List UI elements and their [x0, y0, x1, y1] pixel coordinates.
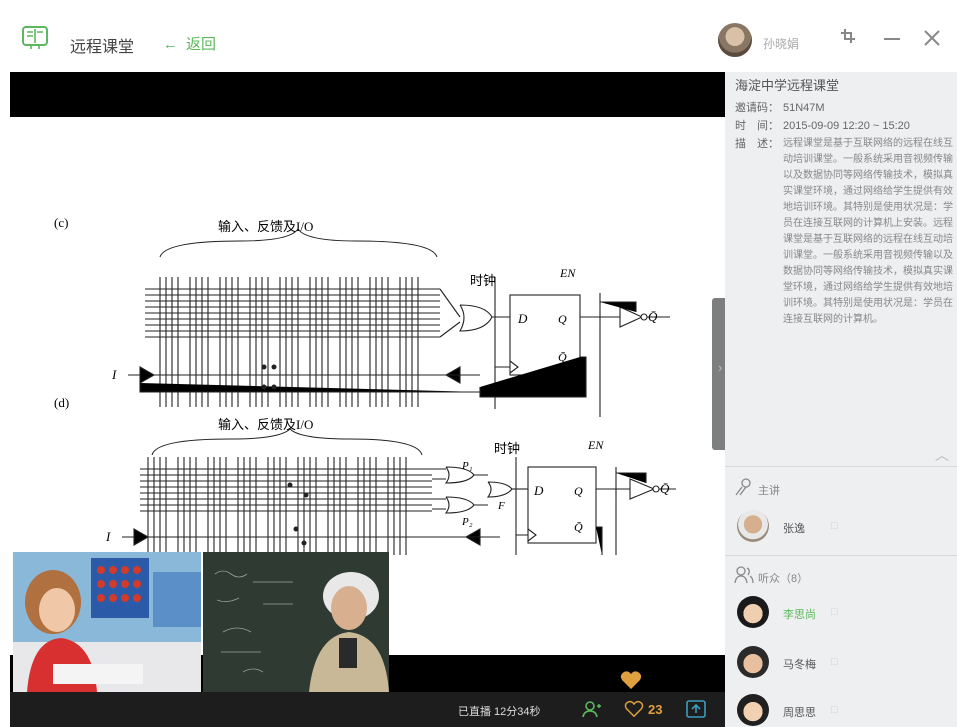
audience-member[interactable]: 周思思 □: [735, 694, 945, 727]
avatar[interactable]: [718, 23, 752, 57]
qbar-label-d: Q̄: [574, 520, 583, 534]
audience-member[interactable]: 马冬梅 □: [735, 646, 945, 682]
student-video-frame: [13, 552, 201, 692]
course-description: 远程课堂是基于互联网络的远程在线互动培训课堂。一般系统采用音视频传输以及数据协同…: [783, 138, 953, 325]
title-bar: 远程课堂 ← 返回 孙晓娟: [0, 0, 957, 72]
course-title: 海淀中学远程课堂: [735, 78, 840, 93]
d-label-c: D: [517, 311, 528, 326]
diagram-label-d: (d): [54, 395, 69, 410]
heart-float-icon: [620, 671, 642, 689]
close-icon[interactable]: [920, 26, 944, 50]
p1-label: P₁: [461, 460, 473, 472]
restore-icon[interactable]: [836, 26, 860, 50]
chat-icon[interactable]: □: [831, 606, 838, 618]
description-row: 描 述： 远程课堂是基于互联网络的远程在线互动培训课堂。一般系统采用音视频传输以…: [735, 136, 953, 328]
user-name[interactable]: 孙晓娟: [763, 35, 799, 52]
minimize-icon[interactable]: [880, 26, 904, 50]
description-label: 描 述：: [735, 138, 779, 150]
f-label: F: [497, 500, 505, 512]
teacher-video-thumbnail[interactable]: [203, 552, 389, 692]
course-info: 海淀中学远程课堂 邀请码： 51N47M 时 间： 2015-09-09 12:…: [735, 78, 953, 330]
circuit-diagram: (c) 输入、反馈及I/O 时钟 EN D Q Q̄ Q̄ I (d) 输入、反…: [54, 215, 676, 555]
like-count: 23: [648, 702, 663, 717]
d-label-d: D: [533, 483, 544, 498]
status-bar: 已直播 12分34秒 23: [10, 692, 725, 727]
invite-code: 51N47M: [783, 102, 825, 114]
diagram-title-d: 输入、反馈及I/O: [218, 417, 313, 432]
book-icon: [22, 26, 48, 49]
whiteboard[interactable]: (c) 输入、反馈及I/O 时钟 EN D Q Q̄ Q̄ I (d) 输入、反…: [10, 72, 725, 727]
q-label-d: Q: [574, 484, 583, 498]
qbar-label-c: Q̄: [558, 350, 567, 364]
invite-code-row: 邀请码： 51N47M: [735, 100, 953, 116]
clock-label-d: 时钟: [494, 441, 520, 456]
diagram-title-c: 输入、反馈及I/O: [218, 219, 313, 234]
divider: [725, 466, 957, 467]
audience-member-name: 马冬梅: [783, 659, 816, 671]
divider: [725, 555, 957, 556]
time-row: 时 间： 2015-09-09 12:20 ~ 15:20: [735, 118, 953, 134]
lecturer-icon: [735, 478, 751, 496]
chat-icon[interactable]: □: [831, 520, 838, 532]
output-label-d: Q̄: [660, 481, 670, 496]
avatar: [737, 646, 769, 678]
avatar: [737, 596, 769, 628]
live-duration: 已直播 12分34秒: [458, 706, 541, 718]
diagram-label-c: (c): [54, 215, 68, 230]
time-label: 时 间：: [735, 120, 779, 132]
output-label-c: Q̄: [648, 309, 658, 324]
avatar: [737, 510, 769, 542]
remote-classroom-window: 远程课堂 ← 返回 孙晓娟 (c) 输入、反馈及I/O 时钟 EN D Q Q̄…: [0, 0, 957, 727]
lecturer-section-label: 主讲: [758, 485, 780, 497]
p2-label: P₂: [461, 516, 473, 528]
chat-icon[interactable]: □: [831, 656, 838, 668]
course-time: 2015-09-09 12:20 ~ 15:20: [783, 120, 910, 132]
back-arrow-icon: ←: [163, 36, 178, 53]
collapse-icon[interactable]: ︿: [935, 445, 949, 465]
app-title: 远程课堂: [70, 39, 135, 56]
audience-member-name: 周思思: [783, 707, 816, 719]
lecturer-item[interactable]: 张逸 □: [735, 510, 945, 546]
student-video-thumbnail[interactable]: [13, 552, 201, 692]
chevron-right-icon: ›: [718, 360, 723, 375]
clock-label-c: 时钟: [470, 273, 496, 288]
like-icon[interactable]: [624, 700, 644, 718]
audience-member-name: 李思尚: [783, 609, 816, 621]
audience-member[interactable]: 李思尚 □: [735, 596, 945, 632]
invite-code-label: 邀请码：: [735, 102, 779, 114]
teacher-video-frame: [203, 552, 389, 692]
back-button[interactable]: ← 返回: [163, 33, 216, 54]
q-label-c: Q: [558, 312, 567, 326]
audience-section-label: 听众（8）: [758, 573, 809, 585]
board-top-bar: [10, 72, 725, 117]
en-label-d: EN: [587, 438, 604, 452]
i-label-d: I: [105, 529, 111, 544]
lecturer-name: 张逸: [783, 523, 805, 535]
en-label-c: EN: [559, 266, 576, 280]
back-label: 返回: [186, 36, 217, 53]
share-screen-icon[interactable]: [686, 700, 706, 718]
i-label-c: I: [111, 367, 117, 382]
chat-icon[interactable]: □: [831, 704, 838, 716]
participants-icon[interactable]: [582, 700, 602, 718]
avatar: [737, 694, 769, 726]
audience-icon: [734, 566, 754, 584]
